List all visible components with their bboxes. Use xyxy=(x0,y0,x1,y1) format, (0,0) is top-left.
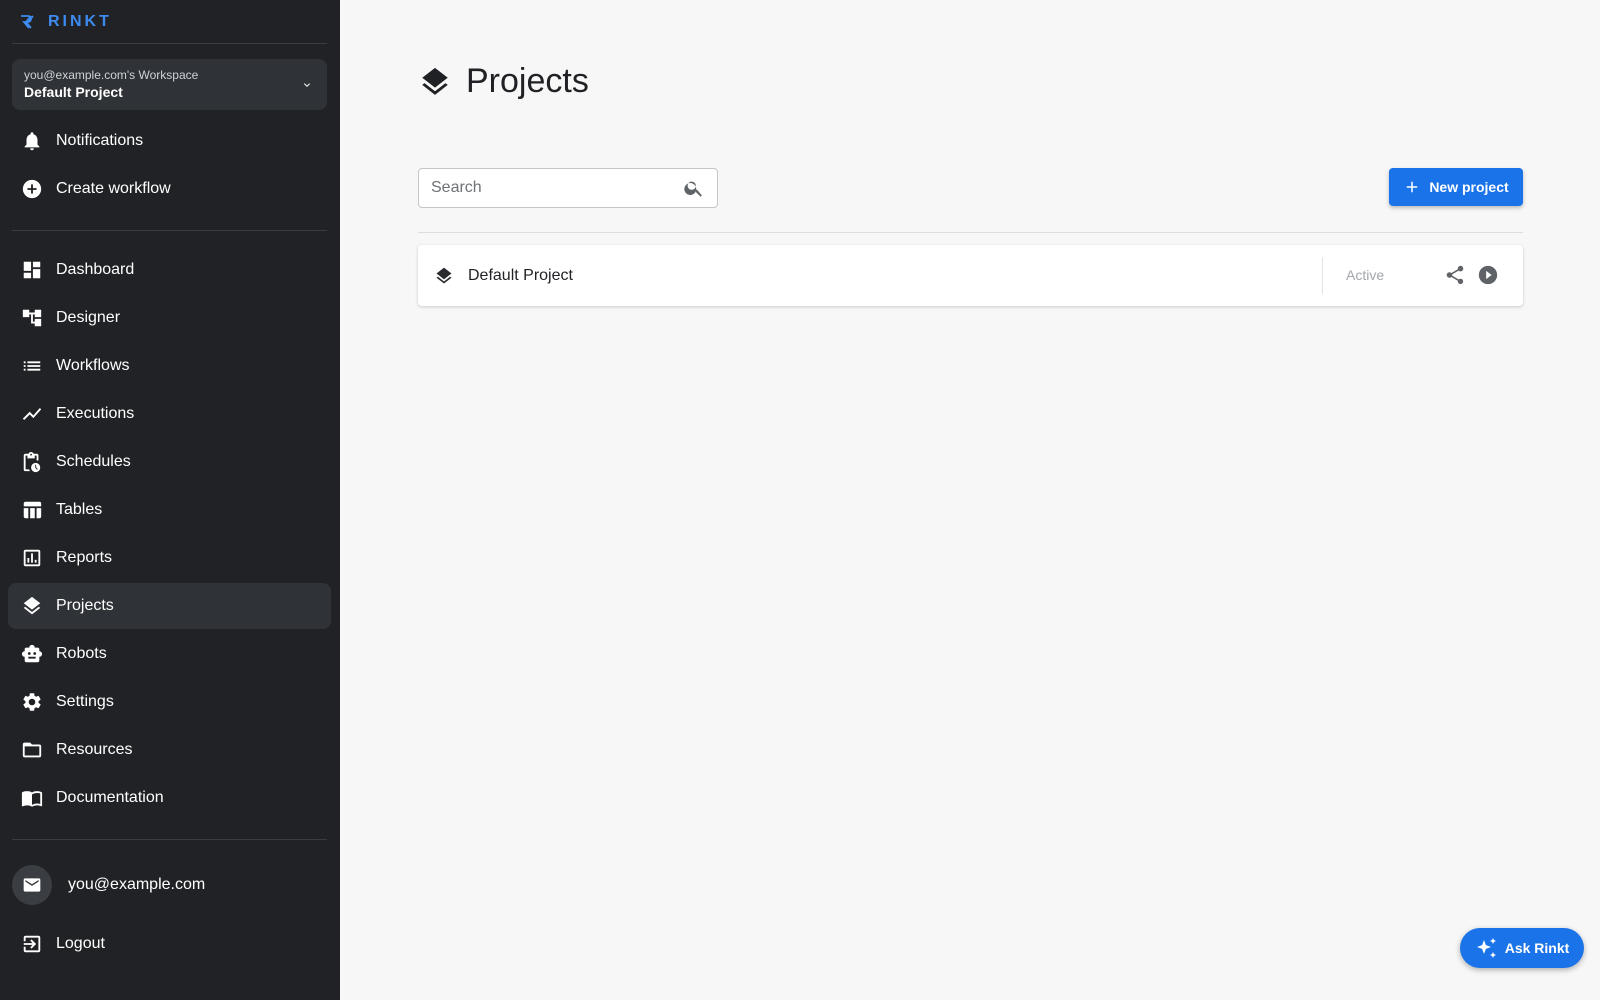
sidebar-divider xyxy=(12,230,327,231)
sidebar-item-create-workflow[interactable]: Create workflow xyxy=(8,166,331,212)
new-project-button[interactable]: New project xyxy=(1389,168,1523,206)
logout-icon xyxy=(21,933,43,955)
project-status: Active xyxy=(1346,267,1385,283)
sidebar-item-executions[interactable]: Executions xyxy=(8,391,331,437)
workspace-selector[interactable]: you@example.com's Workspace Default Proj… xyxy=(12,59,327,110)
gear-icon xyxy=(21,691,43,713)
sidebar-item-label: Reports xyxy=(56,549,113,566)
designer-icon xyxy=(21,307,43,329)
book-icon xyxy=(21,787,43,809)
search-box[interactable] xyxy=(418,168,718,208)
ask-assistant-label: Ask Rinkt xyxy=(1504,940,1570,956)
layers-icon xyxy=(21,595,43,617)
add-circle-icon xyxy=(21,178,43,200)
sidebar-item-designer[interactable]: Designer xyxy=(8,295,331,341)
sidebar-item-label: Tables xyxy=(56,501,103,518)
project-row[interactable]: Default Project Active xyxy=(418,245,1523,306)
layers-icon xyxy=(422,67,448,95)
sidebar-item-schedules[interactable]: Schedules xyxy=(8,439,331,485)
trend-icon xyxy=(21,403,43,425)
sidebar-item-label: Robots xyxy=(56,645,107,662)
sidebar-item-label: Notifications xyxy=(56,132,144,149)
robot-icon xyxy=(21,643,43,665)
sidebar-item-documentation[interactable]: Documentation xyxy=(8,775,331,821)
sidebar-item-notifications[interactable]: Notifications xyxy=(8,118,331,164)
sidebar-item-label: Projects xyxy=(56,597,114,614)
avatar xyxy=(12,865,52,905)
brand-mark-icon xyxy=(21,15,34,29)
sidebar-item-robots[interactable]: Robots xyxy=(8,631,331,677)
search-icon[interactable] xyxy=(683,177,705,199)
content-divider xyxy=(418,232,1523,233)
sparkle-icon xyxy=(1476,938,1496,958)
sidebar-divider xyxy=(12,839,327,840)
sidebar-item-resources[interactable]: Resources xyxy=(8,727,331,773)
plus-icon xyxy=(1407,181,1418,193)
sidebar-item-label: Dashboard xyxy=(56,261,135,278)
ask-assistant-button[interactable]: Ask Rinkt xyxy=(1460,928,1584,968)
new-project-label: New project xyxy=(1429,179,1509,195)
mail-icon xyxy=(23,878,41,892)
row-divider xyxy=(1322,257,1323,294)
workspace-label: you@example.com's Workspace xyxy=(24,68,199,82)
sidebar-item-dashboard[interactable]: Dashboard xyxy=(8,247,331,293)
sidebar: RINKT you@example.com's Workspace Defaul… xyxy=(0,0,340,1000)
sidebar-item-settings[interactable]: Settings xyxy=(8,679,331,725)
brand-logo[interactable]: RINKT xyxy=(20,12,112,32)
page-header: Projects xyxy=(418,62,589,101)
sidebar-item-label: Resources xyxy=(56,741,133,758)
report-icon xyxy=(21,547,43,569)
search-input[interactable] xyxy=(431,179,683,197)
folder-icon xyxy=(21,739,43,761)
logout-button[interactable]: Logout xyxy=(8,921,331,967)
workspace-project: Default Project xyxy=(24,84,123,100)
sidebar-item-workflows[interactable]: Workflows xyxy=(8,343,331,389)
sidebar-divider xyxy=(12,43,327,44)
user-account[interactable]: you@example.com xyxy=(12,864,327,906)
sidebar-item-label: Schedules xyxy=(56,453,131,470)
brand-name: RINKT xyxy=(48,13,112,30)
sidebar-item-label: Designer xyxy=(56,309,121,326)
sidebar-item-projects[interactable]: Projects xyxy=(8,583,331,629)
sidebar-item-label: Create workflow xyxy=(56,180,171,197)
sidebar-item-tables[interactable]: Tables xyxy=(8,487,331,533)
bell-icon xyxy=(21,130,43,152)
logout-label: Logout xyxy=(56,935,105,952)
main-content: Projects New project Default Project Act… xyxy=(340,0,1600,1000)
dashboard-icon xyxy=(21,259,43,281)
layers-icon xyxy=(434,266,454,286)
page-title: Projects xyxy=(466,62,589,100)
list-icon xyxy=(21,355,43,377)
sidebar-item-reports[interactable]: Reports xyxy=(8,535,331,581)
table-icon xyxy=(21,499,43,521)
user-email: you@example.com xyxy=(68,876,206,893)
chevron-down-icon xyxy=(304,83,310,87)
sidebar-item-label: Executions xyxy=(56,405,135,422)
share-icon[interactable] xyxy=(1444,264,1466,286)
project-name: Default Project xyxy=(468,266,573,284)
play-circle-icon[interactable] xyxy=(1477,264,1499,286)
schedule-icon xyxy=(21,451,43,473)
sidebar-item-label: Settings xyxy=(56,693,114,710)
sidebar-item-label: Documentation xyxy=(56,789,164,806)
sidebar-item-label: Workflows xyxy=(56,357,130,374)
